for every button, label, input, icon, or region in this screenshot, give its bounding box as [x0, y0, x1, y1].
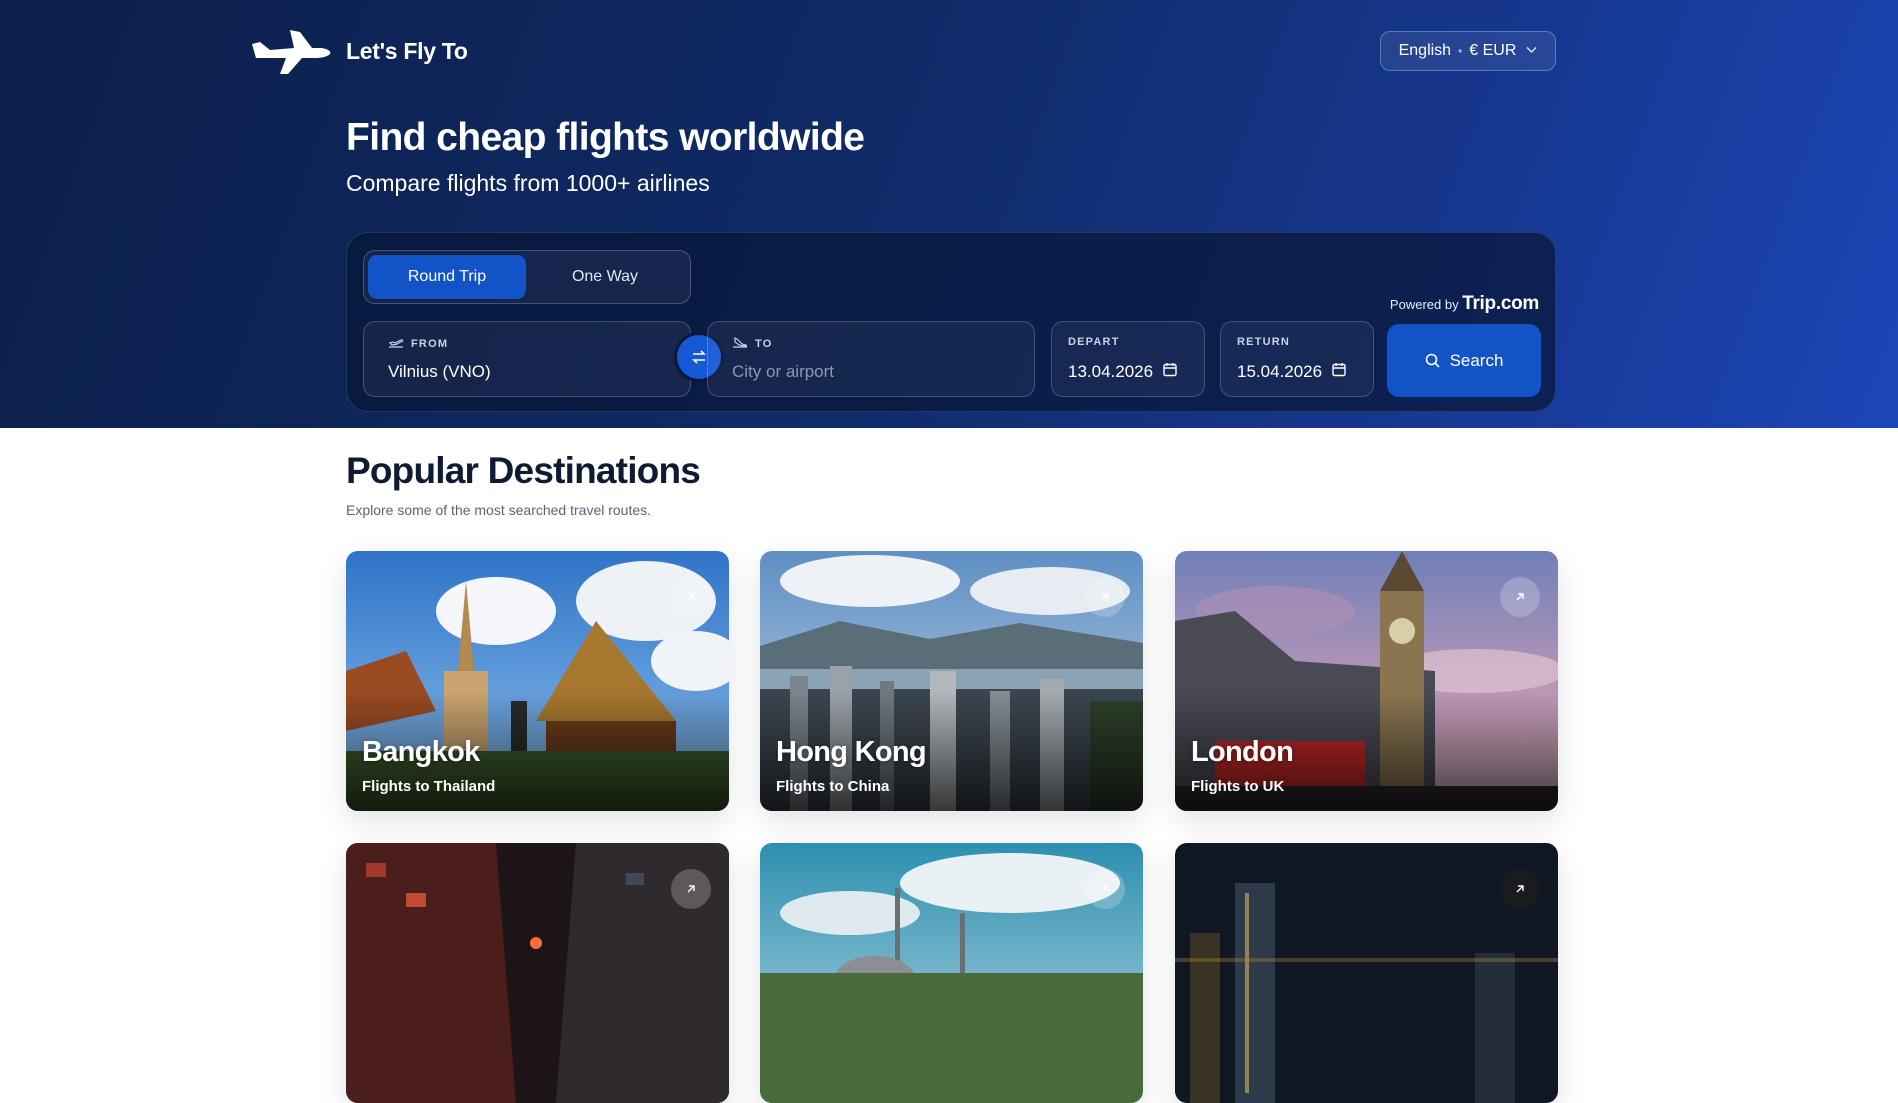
hero-section: Let's Fly To English • € EUR Find cheap …: [0, 0, 1898, 428]
depart-field[interactable]: DEPART 13.04.2026: [1051, 321, 1205, 397]
search-button[interactable]: Search: [1387, 324, 1541, 397]
arrow-up-right-icon[interactable]: [1500, 577, 1540, 617]
from-field[interactable]: FROM Vilnius (VNO): [363, 321, 691, 397]
return-field[interactable]: RETURN 15.04.2026: [1220, 321, 1374, 397]
round-trip-button[interactable]: Round Trip: [368, 255, 526, 299]
arrow-up-right-icon[interactable]: [671, 577, 711, 617]
depart-value: 13.04.2026: [1068, 362, 1154, 381]
to-placeholder: City or airport: [732, 362, 835, 381]
depart-label: DEPART: [1068, 336, 1120, 348]
language-currency-selector[interactable]: English • € EUR: [1380, 31, 1556, 71]
calendar-icon[interactable]: [1332, 362, 1346, 382]
to-label-row: TO: [732, 336, 772, 351]
section-title: Popular Destinations: [346, 450, 701, 491]
return-value: 15.04.2026: [1237, 362, 1323, 381]
powered-prefix: Powered by: [1389, 297, 1459, 312]
card-subtitle: Flights to China: [776, 778, 890, 795]
arrow-up-right-icon[interactable]: [671, 869, 711, 909]
return-value-row: 15.04.2026: [1237, 362, 1346, 382]
destination-card-london[interactable]: London Flights to UK: [1175, 551, 1558, 811]
arrow-up-right-icon[interactable]: [1085, 577, 1125, 617]
card-city: London: [1191, 736, 1294, 768]
calendar-icon[interactable]: [1163, 362, 1177, 382]
chevron-down-icon: [1526, 45, 1537, 57]
powered-brand[interactable]: Trip.com: [1462, 293, 1539, 314]
swap-icon: [692, 350, 706, 364]
card-city: Bangkok: [362, 736, 480, 768]
from-label-row: FROM: [388, 336, 448, 351]
separator-dot: •: [1458, 44, 1463, 58]
destination-card-5[interactable]: [760, 843, 1143, 1103]
section-subtitle: Explore some of the most searched travel…: [346, 502, 652, 518]
to-label: TO: [755, 337, 773, 350]
destination-card-4[interactable]: [346, 843, 729, 1103]
brand-name[interactable]: Let's Fly To: [346, 38, 468, 65]
card-subtitle: Flights to Thailand: [362, 778, 496, 795]
hero-title: Find cheap flights worldwide: [346, 116, 865, 159]
card-subtitle: Flights to UK: [1191, 778, 1285, 795]
destination-card-hong-kong[interactable]: Hong Kong Flights to China: [760, 551, 1143, 811]
search-icon: [1425, 353, 1440, 368]
hero-subtitle: Compare flights from 1000+ airlines: [346, 170, 710, 196]
card-city: Hong Kong: [776, 736, 927, 768]
from-value: Vilnius (VNO): [388, 362, 491, 381]
powered-by: Powered by Trip.com: [1390, 293, 1539, 315]
takeoff-icon: [388, 336, 404, 351]
trip-type-toggle: Round Trip One Way: [363, 250, 691, 304]
currency-label: € EUR: [1469, 42, 1517, 59]
arrow-up-right-icon[interactable]: [1500, 869, 1540, 909]
destination-card-6[interactable]: [1175, 843, 1558, 1103]
from-label: FROM: [411, 337, 449, 350]
to-field[interactable]: TO City or airport: [707, 321, 1035, 397]
arrow-up-right-icon[interactable]: [1085, 869, 1125, 909]
destination-card-bangkok[interactable]: Bangkok Flights to Thailand: [346, 551, 729, 811]
return-label: RETURN: [1237, 336, 1291, 348]
plane-logo-icon[interactable]: [250, 28, 332, 76]
search-panel: Round Trip One Way Powered by Trip.com F…: [346, 232, 1556, 412]
landing-icon: [732, 336, 748, 351]
search-label: Search: [1449, 350, 1504, 370]
one-way-button[interactable]: One Way: [526, 255, 684, 299]
depart-value-row: 13.04.2026: [1068, 362, 1177, 382]
language-label: English: [1398, 42, 1452, 59]
